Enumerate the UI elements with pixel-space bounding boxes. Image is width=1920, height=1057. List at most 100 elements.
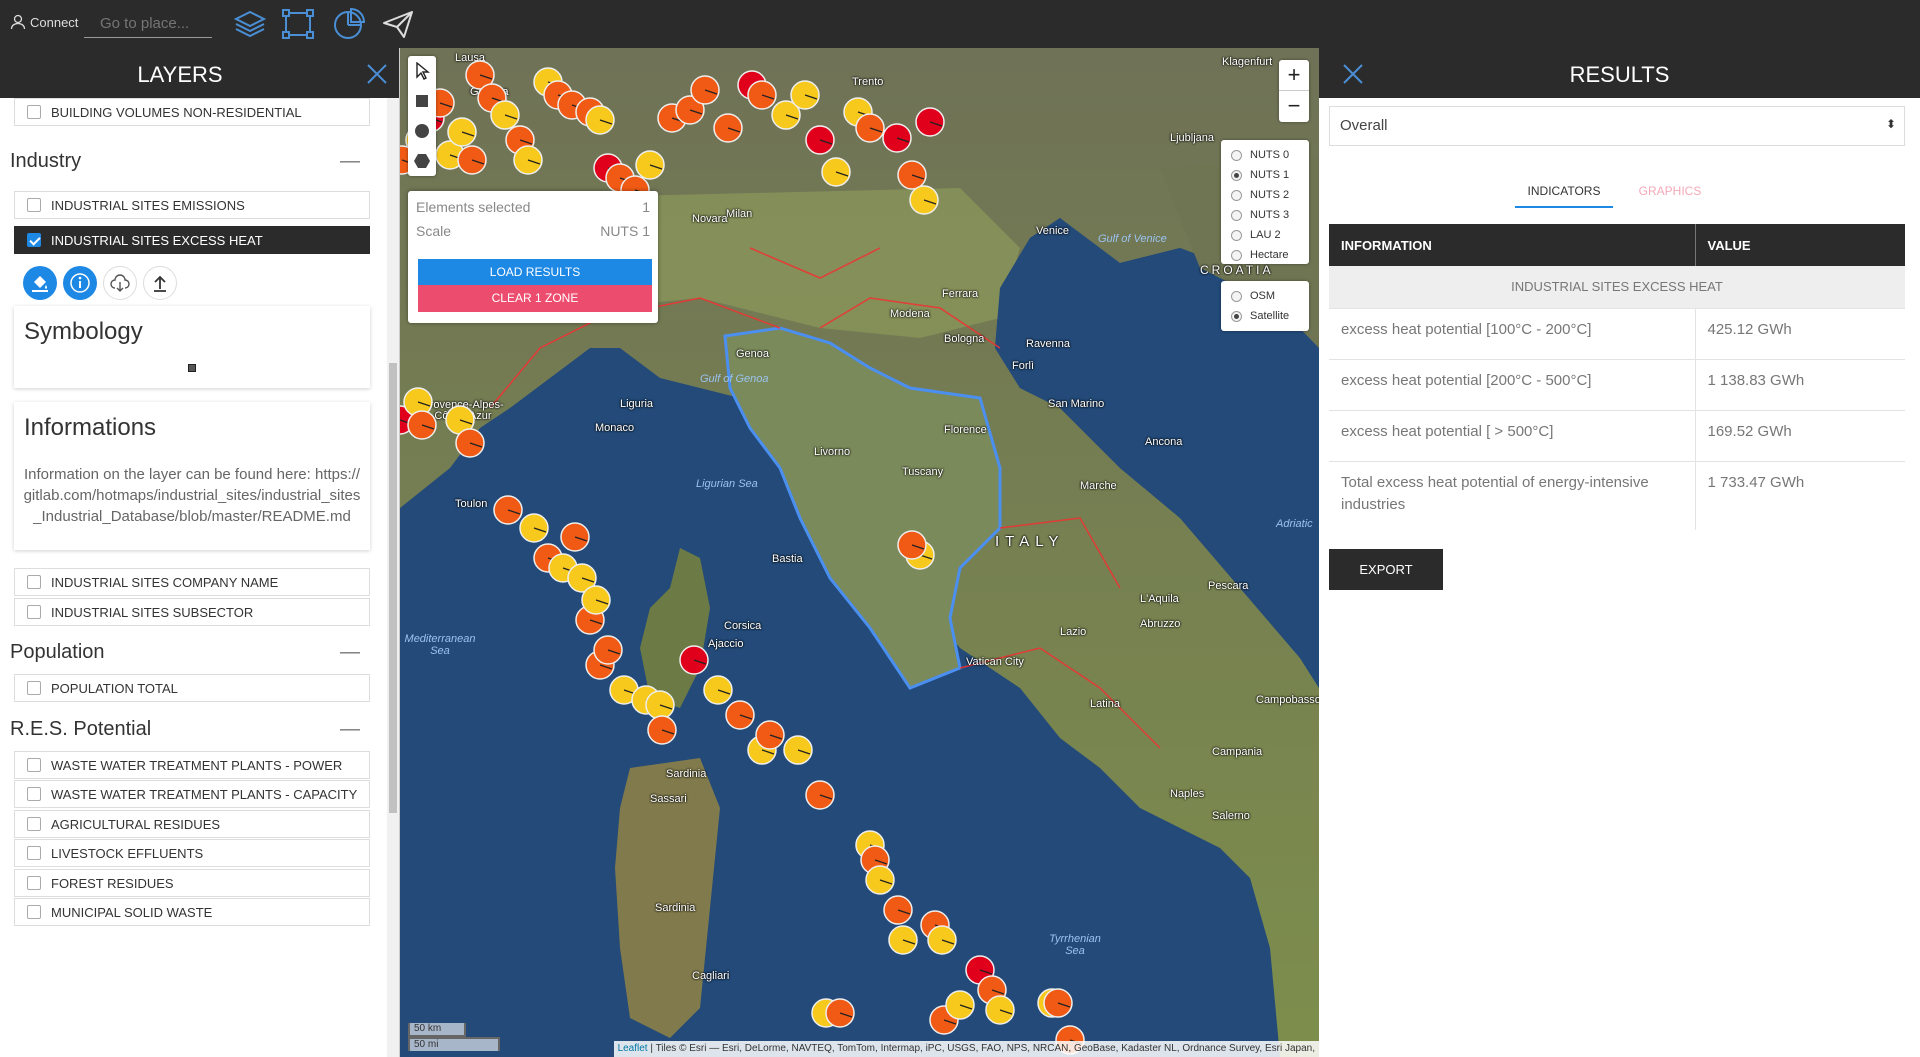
nuts-option[interactable]: Hectare [1221,245,1309,265]
site-marker[interactable] [585,105,615,135]
checkbox[interactable] [27,605,41,619]
site-marker[interactable] [690,75,720,105]
info-button[interactable] [63,266,97,300]
site-marker[interactable] [805,125,835,155]
close-icon[interactable] [363,60,391,88]
site-marker[interactable] [945,990,975,1020]
checkbox[interactable] [27,758,41,772]
go-to-place-input[interactable] [84,10,212,38]
site-marker[interactable] [457,145,487,175]
site-marker[interactable] [927,925,957,955]
site-marker[interactable] [897,160,927,190]
nuts-option[interactable]: NUTS 3 [1221,205,1309,225]
site-marker[interactable] [915,107,945,137]
basemap-option[interactable]: OSM [1221,286,1309,306]
layers-icon[interactable] [232,6,268,42]
nuts-option[interactable]: NUTS 1 [1221,165,1309,185]
radio-selected[interactable] [1231,169,1242,181]
polygon-tool[interactable] [408,146,436,176]
export-button[interactable]: EXPORT [1329,549,1443,590]
circle-tool[interactable] [408,116,436,146]
radio[interactable] [1231,290,1242,302]
checkbox[interactable] [27,787,41,801]
layer-item[interactable]: WASTE WATER TREATMENT PLANTS - CAPACITY [14,780,370,808]
site-marker[interactable] [679,645,709,675]
site-marker[interactable] [821,157,851,187]
layer-item[interactable]: AGRICULTURAL RESIDUES [14,810,370,838]
checkbox[interactable] [27,198,41,212]
download-button[interactable] [103,266,137,300]
site-marker[interactable] [985,995,1015,1025]
tab-indicators[interactable]: INDICATORS [1515,184,1613,208]
nuts-option[interactable]: NUTS 0 [1221,145,1309,165]
layer-item[interactable]: FOREST RESIDUES [14,869,370,897]
results-scope-select[interactable]: Overall ⬍ [1329,106,1905,146]
layer-item[interactable]: INDUSTRIAL SITES SUBSECTOR [14,598,370,626]
upload-button[interactable] [143,266,177,300]
selection-icon[interactable] [280,6,316,42]
checkbox-checked[interactable] [27,233,41,247]
site-marker[interactable] [645,690,675,720]
group-toggle-population[interactable]: — [340,641,360,664]
checkbox[interactable] [27,105,41,119]
site-marker[interactable] [883,895,913,925]
radio[interactable] [1231,209,1242,221]
layer-item[interactable]: BUILDING VOLUMES NON-RESIDENTIAL [14,98,370,126]
site-marker[interactable] [725,700,755,730]
site-marker[interactable] [519,513,549,543]
load-results-button[interactable]: LOAD RESULTS [418,259,652,286]
site-marker[interactable] [560,522,590,552]
layer-item[interactable]: INDUSTRIAL SITES EMISSIONS [14,191,370,219]
layer-item[interactable]: INDUSTRIAL SITES COMPANY NAME [14,568,370,596]
tab-graphics[interactable]: GRAPHICS [1625,184,1715,206]
paint-bucket-button[interactable] [23,266,57,300]
connect-button[interactable]: Connect [10,14,78,30]
site-marker[interactable] [635,150,665,180]
radio[interactable] [1231,229,1242,241]
layer-item[interactable]: WASTE WATER TREATMENT PLANTS - POWER [14,751,370,779]
checkbox[interactable] [27,575,41,589]
site-marker[interactable] [581,585,611,615]
site-marker[interactable] [755,720,785,750]
site-marker[interactable] [882,123,912,153]
site-marker[interactable] [493,495,523,525]
rectangle-tool[interactable] [408,86,436,116]
checkbox[interactable] [27,681,41,695]
site-marker[interactable] [888,925,918,955]
checkbox[interactable] [27,846,41,860]
site-marker[interactable] [490,100,520,130]
radio[interactable] [1231,149,1242,161]
site-marker[interactable] [713,113,743,143]
layer-item[interactable]: LIVESTOCK EFFLUENTS [14,839,370,867]
zoom-in-button[interactable]: + [1279,60,1309,91]
site-marker[interactable] [1043,988,1073,1018]
radio-selected[interactable] [1231,310,1242,322]
site-marker[interactable] [747,80,777,110]
site-marker[interactable] [593,635,623,665]
site-marker[interactable] [805,780,835,810]
nuts-option[interactable]: LAU 2 [1221,225,1309,245]
send-icon[interactable] [380,6,416,42]
site-marker[interactable] [909,185,939,215]
site-marker[interactable] [407,410,437,440]
layer-item[interactable]: POPULATION TOTAL [14,674,370,702]
checkbox[interactable] [27,817,41,831]
site-marker[interactable] [647,715,677,745]
site-marker[interactable] [455,428,485,458]
radio[interactable] [1231,249,1242,261]
site-marker[interactable] [897,530,927,560]
checkbox[interactable] [27,876,41,890]
group-toggle-res[interactable]: — [340,718,360,741]
pie-chart-icon[interactable] [330,6,366,42]
checkbox[interactable] [27,905,41,919]
zoom-out-button[interactable]: − [1279,91,1309,122]
clear-zone-button[interactable]: CLEAR 1 ZONE [418,285,652,312]
layer-item[interactable]: MUNICIPAL SOLID WASTE [14,898,370,926]
map[interactable]: Lausa Geneva Trento Klagenfurt Ljubljana… [400,48,1319,1057]
group-toggle-industry[interactable]: — [340,150,360,173]
site-marker[interactable] [703,675,733,705]
leaflet-link[interactable]: Leaflet [618,1043,648,1054]
pointer-tool[interactable] [408,56,436,86]
site-marker[interactable] [513,145,543,175]
site-marker[interactable] [783,735,813,765]
